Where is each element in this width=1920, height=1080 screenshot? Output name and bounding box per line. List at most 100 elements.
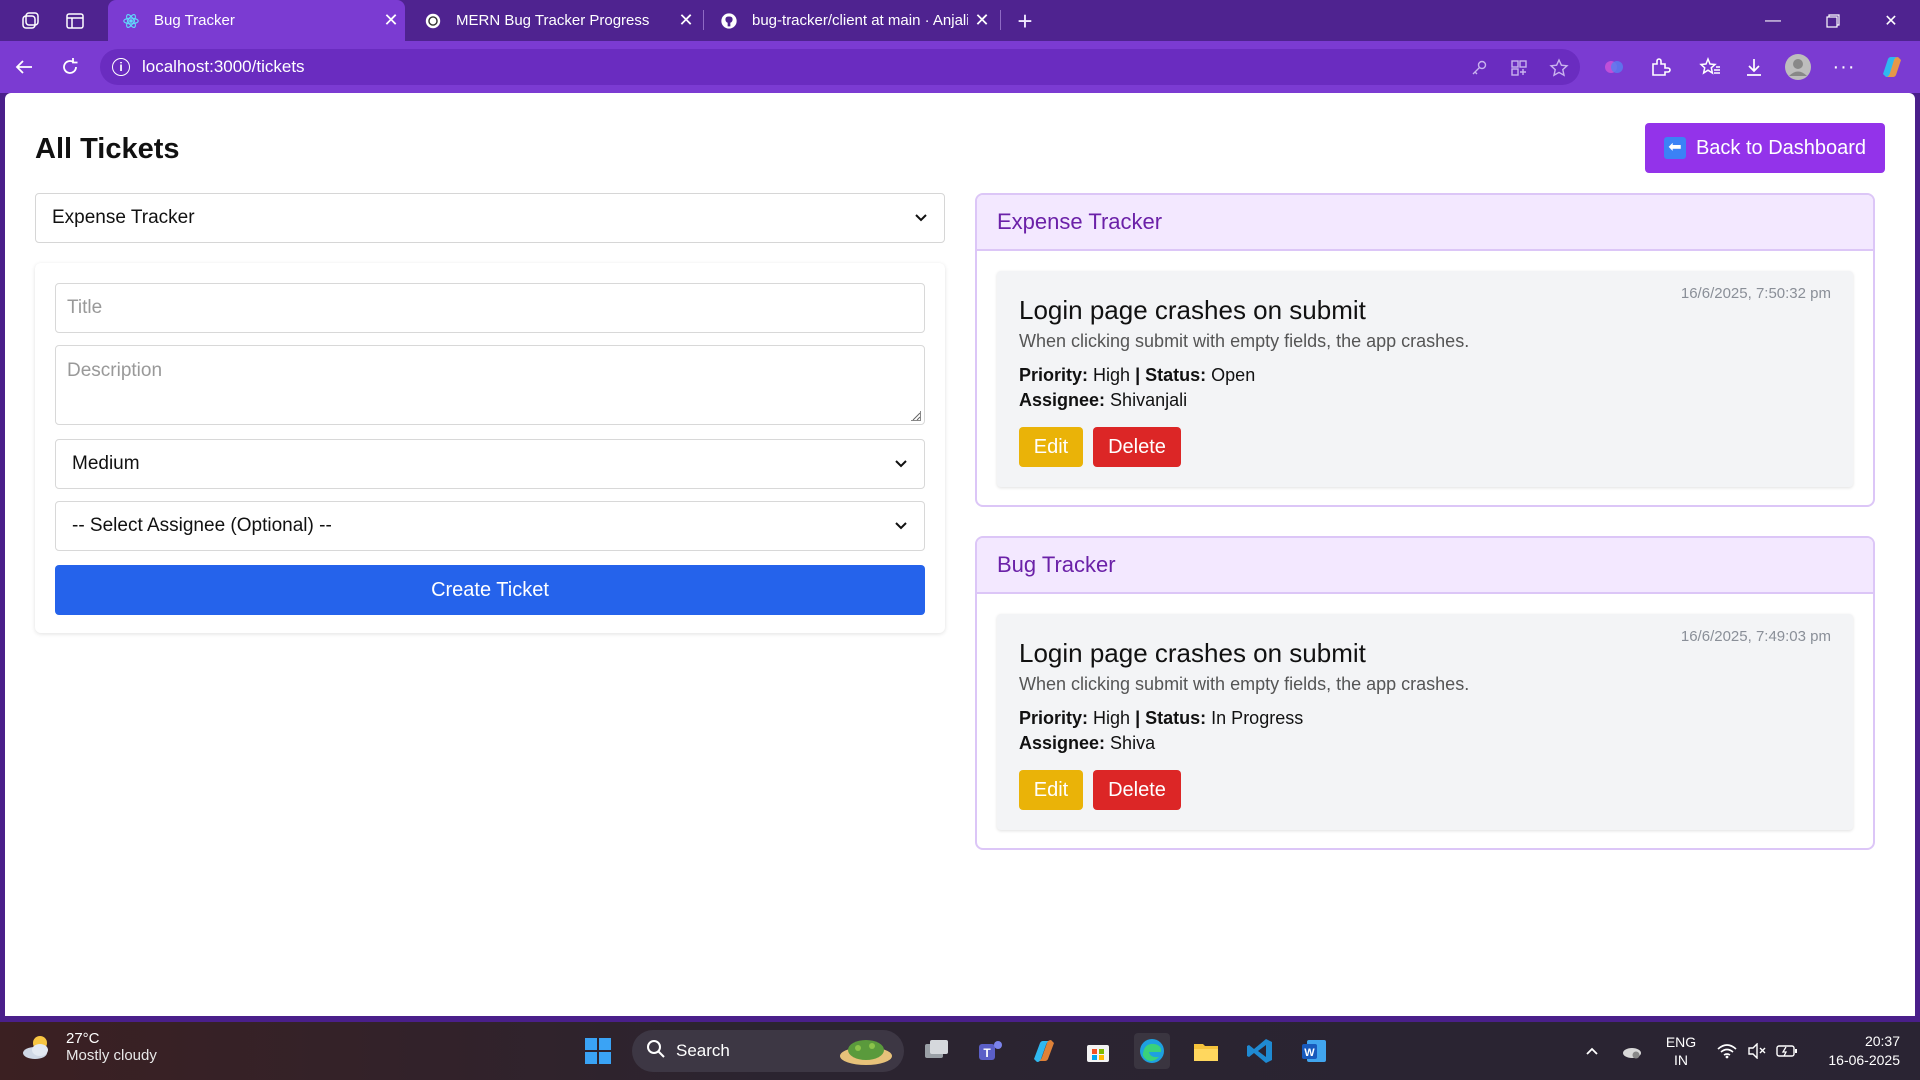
tab-separator [703,10,704,30]
tab-title: Bug Tracker [154,12,235,29]
ticket-date: 16/6/2025, 7:50:32 pm [1680,285,1831,302]
svg-text:T: T [983,1046,991,1060]
profile-avatar-icon[interactable] [1784,53,1812,81]
project-card-bug-tracker: Bug Tracker 16/6/2025, 7:49:03 pm Login … [975,536,1875,850]
weather-widget[interactable]: 27°C Mostly cloudy [20,1030,157,1064]
tab-title: bug-tracker/client at main · Anjali [752,12,968,29]
project-select[interactable]: Expense Tracker [35,193,945,243]
copilot-extension-icon[interactable] [1600,53,1628,81]
react-icon [122,12,140,30]
app-available-icon[interactable] [1508,57,1530,79]
assignee-select[interactable]: -- Select Assignee (Optional) -- [55,501,925,551]
back-to-dashboard-button[interactable]: ⬅ Back to Dashboard [1645,123,1885,173]
file-explorer-icon[interactable] [1188,1033,1224,1069]
tab-mern-progress[interactable]: MERN Bug Tracker Progress ✕ [410,0,700,41]
copilot-icon[interactable] [1878,53,1906,81]
page-title: All Tickets [35,133,180,165]
browser-tab-bar: Bug Tracker ✕ MERN Bug Tracker Progress … [0,0,1920,41]
create-ticket-form: Title Description Medium -- Select Assig… [35,263,945,633]
workspaces-icon[interactable] [18,8,44,34]
edit-button[interactable]: Edit [1019,770,1083,810]
favorites-icon[interactable] [1696,53,1724,81]
search-highlight-icon [836,1034,896,1073]
priority-value: High [1093,365,1131,385]
close-tab-icon[interactable]: ✕ [968,10,996,31]
language-indicator[interactable]: ENG IN [1660,1022,1702,1080]
url-text: localhost:3000/tickets [142,57,305,76]
word-icon[interactable]: W [1296,1033,1332,1069]
back-arrow-icon: ⬅ [1663,137,1686,159]
close-tab-icon[interactable]: ✕ [672,10,700,31]
edit-button[interactable]: Edit [1019,427,1083,467]
chevron-down-icon [914,210,928,226]
more-options-icon[interactable]: ··· [1830,53,1858,81]
project-card-expense-tracker: Expense Tracker 16/6/2025, 7:50:32 pm Lo… [975,193,1875,507]
priority-label: Priority: [1019,708,1089,728]
site-info-icon[interactable]: i [112,58,130,76]
delete-button[interactable]: Delete [1093,770,1181,810]
delete-button[interactable]: Delete [1093,427,1181,467]
ticket-date: 16/6/2025, 7:49:03 pm [1680,628,1831,645]
new-tab-icon[interactable]: + [1012,6,1038,36]
weather-temp: 27°C [66,1030,100,1047]
extensions-icon[interactable] [1646,53,1674,81]
downloads-icon[interactable] [1740,53,1768,81]
taskbar-search[interactable]: Search [632,1030,904,1072]
ticket-description: When clicking submit with empty fields, … [1019,331,1470,351]
status-value: Open [1211,365,1256,385]
microsoft-store-icon[interactable] [1080,1033,1116,1069]
tab-bug-tracker[interactable]: Bug Tracker ✕ [108,0,405,41]
vertical-tabs-icon[interactable] [62,8,88,34]
onedrive-icon[interactable] [1618,1022,1646,1080]
close-window-icon[interactable]: ✕ [1868,0,1914,41]
windows-start-icon[interactable] [580,1033,616,1069]
show-hidden-icons-icon[interactable] [1580,1022,1604,1080]
vscode-icon[interactable] [1242,1033,1278,1069]
priority-label: Priority: [1019,365,1089,385]
chatgpt-icon [424,12,442,30]
resize-handle-icon[interactable] [911,411,921,421]
description-textarea[interactable]: Description [55,345,925,425]
separator: | [1135,365,1141,385]
refresh-icon[interactable] [56,53,84,81]
assignee-label: Assignee: [1019,733,1106,753]
language-code: ENG [1665,1034,1697,1050]
restore-icon[interactable] [1810,0,1856,41]
tab-github[interactable]: bug-tracker/client at main · Anjali ✕ [706,0,996,41]
battery-charging-icon[interactable] [1774,1022,1800,1080]
address-bar[interactable]: i localhost:3000/tickets [100,49,1580,85]
ticket-assignee: Assignee: Shivanjali [1019,390,1187,411]
assignee-value: Shivanjali [1110,390,1188,410]
favorite-star-icon[interactable] [1548,57,1570,79]
create-ticket-button[interactable]: Create Ticket [55,565,925,615]
close-tab-icon[interactable]: ✕ [377,10,405,31]
svg-text:W: W [1304,1047,1315,1059]
volume-muted-icon[interactable] [1744,1022,1770,1080]
ticket-title: Login page crashes on submit [1019,638,1366,668]
assignee-label: Assignee: [1019,390,1106,410]
clock[interactable]: 20:37 16-06-2025 [1812,1022,1908,1080]
project-header: Expense Tracker [977,195,1873,251]
project-header: Bug Tracker [977,538,1873,594]
ticket-title: Login page crashes on submit [1019,295,1366,325]
tab-title: MERN Bug Tracker Progress [456,12,650,29]
ticket-assignee: Assignee: Shiva [1019,733,1155,754]
region-code: IN [1674,1052,1688,1068]
assignee-select-value: -- Select Assignee (Optional) -- [72,515,332,536]
priority-select[interactable]: Medium [55,439,925,489]
cloudy-weather-icon [20,1032,56,1062]
task-view-icon[interactable] [918,1033,954,1069]
github-icon [720,12,738,30]
status-label: Status: [1145,365,1207,385]
teams-icon[interactable]: T [972,1033,1008,1069]
copilot-app-icon[interactable] [1026,1033,1062,1069]
edge-browser-icon[interactable] [1134,1033,1170,1069]
back-icon[interactable] [10,53,38,81]
priority-value: High [1093,708,1131,728]
minimize-icon[interactable]: — [1750,0,1796,41]
key-icon[interactable] [1468,57,1490,79]
title-input[interactable]: Title [55,283,925,333]
wifi-icon[interactable] [1714,1022,1740,1080]
browser-toolbar: i localhost:3000/tickets ··· [0,41,1920,93]
ticket-priority-status: Priority: High | Status: Open [1019,365,1255,386]
